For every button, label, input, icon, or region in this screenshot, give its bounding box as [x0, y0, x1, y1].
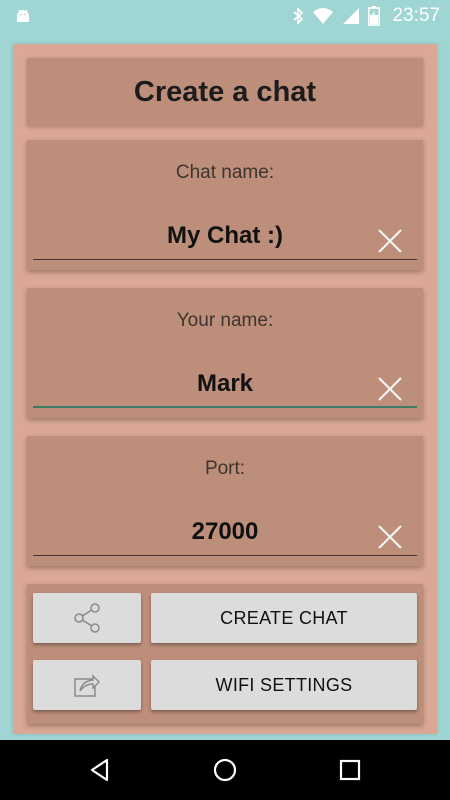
- bluetooth-icon: [293, 7, 304, 25]
- create-chat-button[interactable]: CREATE CHAT: [151, 593, 417, 643]
- android-icon: [17, 9, 29, 22]
- chat-name-label: Chat name:: [175, 162, 275, 183]
- chat-name-underline: [33, 259, 417, 260]
- your-name-underline: [33, 406, 417, 408]
- navigation-bar: [0, 740, 450, 800]
- chat-name-input[interactable]: My Chat :): [27, 222, 423, 250]
- port-input[interactable]: 27000: [27, 518, 423, 546]
- share-icon: [74, 603, 100, 633]
- clear-port-icon[interactable]: [375, 522, 405, 552]
- status-bar: 23:57: [0, 0, 450, 32]
- home-icon[interactable]: [211, 756, 239, 784]
- title-card: Create a chat: [27, 58, 423, 126]
- port-underline: [33, 555, 417, 556]
- your-name-label: Your name:: [176, 310, 274, 331]
- chat-name-card: Chat name: My Chat :): [27, 140, 423, 270]
- share-button[interactable]: [33, 593, 141, 643]
- signal-icon: [343, 8, 360, 24]
- wifi-icon: [313, 8, 334, 24]
- clear-your-name-icon[interactable]: [375, 374, 405, 404]
- back-icon[interactable]: [86, 756, 114, 784]
- actions-card: CREATE CHAT WIFI SETTINGS: [27, 584, 423, 724]
- battery-icon: [368, 6, 381, 26]
- recents-icon[interactable]: [336, 756, 364, 784]
- export-button[interactable]: [33, 660, 141, 710]
- port-label: Port:: [204, 458, 246, 479]
- page-title: Create a chat: [133, 75, 317, 108]
- status-icons: 23:57: [292, 0, 440, 32]
- create-chat-panel: Create a chat Chat name: My Chat :) Your…: [13, 44, 437, 734]
- your-name-input[interactable]: Mark: [27, 370, 423, 398]
- clear-chat-name-icon[interactable]: [375, 226, 405, 256]
- port-card: Port: 27000: [27, 436, 423, 566]
- wifi-settings-button[interactable]: WIFI SETTINGS: [151, 660, 417, 710]
- your-name-card: Your name: Mark: [27, 288, 423, 418]
- export-icon: [74, 674, 100, 697]
- status-time: 23:57: [392, 5, 440, 26]
